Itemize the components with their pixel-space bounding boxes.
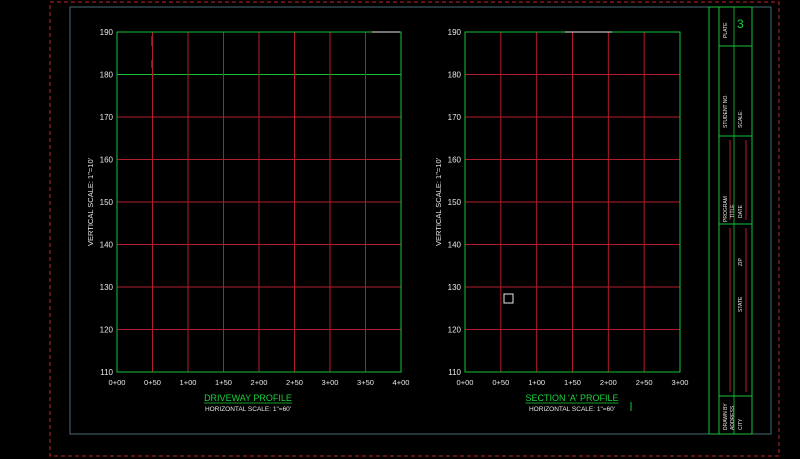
address-label: ADDRESS	[730, 405, 736, 430]
x-tick-label: 3+00	[322, 378, 339, 387]
pick-box-cursor[interactable]	[503, 293, 514, 304]
y-tick-label: 190	[448, 28, 462, 37]
y-axis-label: VERTICAL SCALE: 1"=10'	[434, 157, 443, 246]
y-tick-label: 180	[448, 71, 462, 80]
date-label: DATE	[738, 204, 744, 218]
y-tick-label: 150	[448, 198, 462, 207]
x-tick-label: 1+00	[528, 378, 545, 387]
x-tick-label: 2+50	[636, 378, 653, 387]
x-tick-label: 2+00	[251, 378, 268, 387]
x-tick-label: 2+50	[286, 378, 303, 387]
plate-label: PLATE	[723, 22, 729, 38]
x-tick-label: 1+50	[215, 378, 232, 387]
chart-title: SECTION 'A' PROFILE	[526, 393, 619, 403]
x-tick-label: 0+00	[457, 378, 474, 387]
chart-subtitle: HORIZONTAL SCALE: 1"=60'	[529, 406, 615, 413]
y-tick-label: 140	[448, 241, 462, 250]
x-tick-label: 0+50	[492, 378, 509, 387]
y-tick-label: 110	[100, 368, 113, 377]
x-tick-label: 3+50	[357, 378, 374, 387]
zip-label: ZIP	[738, 258, 744, 266]
y-tick-label: 170	[100, 113, 114, 122]
dashed-border	[49, 1, 780, 457]
driveway-profile-chart: 110 120 130 140 150 160 170 180 190 0+00 0+50 1+00 1…	[86, 28, 409, 413]
title-label: TITLE	[730, 204, 736, 218]
y-tick-label: 180	[100, 71, 114, 80]
chart-subtitle: HORIZONTAL SCALE: 1"=60'	[205, 406, 291, 413]
y-axis-label: VERTICAL SCALE: 1"=10'	[86, 157, 95, 246]
plate-number: 3	[737, 17, 744, 31]
y-tick-label: 160	[448, 156, 462, 165]
section-a-profile-chart: 110 120 130 140 150 160 170 180 190 0+00 0+50 1+00 1…	[434, 28, 688, 413]
program-label: PROGRAM	[723, 196, 729, 222]
y-tick-label: 110	[448, 368, 461, 377]
title-block: PLATE 3 STUDENT NO. SCALE: PROGRAM TITLE…	[708, 6, 753, 435]
y-tick-label: 160	[100, 156, 114, 165]
state-label: STATE	[738, 296, 744, 312]
x-tick-label: 0+50	[144, 378, 161, 387]
x-tick-label: 0+00	[109, 378, 126, 387]
y-tick-label: 170	[448, 113, 462, 122]
x-tick-label: 1+50	[564, 378, 581, 387]
chart-title: DRIVEWAY PROFILE	[204, 393, 292, 403]
y-tick-label: 130	[448, 283, 462, 292]
drawing-sheet: 110 120 130 140 150 160 170 180 190 0+00 0+50 1+00 1…	[49, 1, 780, 457]
student-no-label: STUDENT NO.	[723, 94, 729, 128]
scale-label: SCALE:	[738, 110, 744, 128]
sheet-frame	[69, 6, 772, 435]
city-label: CITY	[738, 418, 744, 430]
x-tick-label: 3+00	[672, 378, 689, 387]
y-tick-label: 120	[100, 326, 114, 335]
y-tick-label: 140	[100, 241, 114, 250]
x-tick-label: 1+00	[180, 378, 197, 387]
x-tick-label: 4+00	[393, 378, 410, 387]
y-tick-label: 150	[100, 198, 114, 207]
y-tick-label: 120	[448, 326, 462, 335]
y-tick-label: 190	[100, 28, 114, 37]
y-tick-label: 130	[100, 283, 114, 292]
x-tick-label: 2+00	[600, 378, 617, 387]
drawn-by-label: DRAWN BY	[723, 403, 729, 430]
